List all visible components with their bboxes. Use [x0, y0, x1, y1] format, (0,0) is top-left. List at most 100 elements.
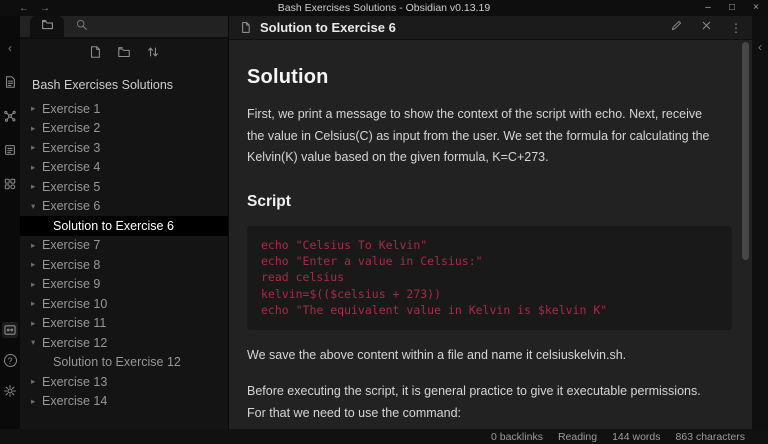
close-pane-icon[interactable] — [700, 19, 713, 37]
collapse-arrow-collapsed-icon: ▸ — [31, 279, 42, 290]
main-pane: Solution to Exercise 6 ⋮ Solution First,… — [228, 16, 752, 429]
file-tree-item-folder[interactable]: ▸Exercise 10 — [20, 294, 228, 314]
obsidian-window: ← → Bash Exercises Solutions - Obsidian … — [0, 0, 768, 444]
collapse-arrow-collapsed-icon: ▸ — [31, 181, 42, 192]
note-file-icon — [239, 21, 252, 34]
file-explorer-toolbar — [20, 39, 228, 69]
window-controls: – □ × — [696, 0, 768, 16]
vault-title[interactable]: Bash Exercises Solutions — [20, 73, 228, 99]
left-sidebar: Bash Exercises Solutions ▸Exercise 1▸Exe… — [20, 16, 228, 429]
file-tree-item-label: Exercise 13 — [42, 375, 107, 389]
file-tree-item-folder[interactable]: ▸Exercise 13 — [20, 372, 228, 392]
file-tree-item-folder[interactable]: ▸Exercise 5 — [20, 177, 228, 197]
file-tree-item-file[interactable]: Solution to Exercise 6 — [20, 216, 228, 236]
pane-title: Solution to Exercise 6 — [260, 20, 396, 35]
more-options-icon[interactable]: ⋮ — [730, 22, 742, 34]
collapse-arrow-collapsed-icon: ▸ — [31, 259, 42, 270]
left-ribbon: ‹ ? — [0, 16, 20, 429]
paragraph: First, we print a message to show the co… — [247, 104, 717, 169]
collapse-arrow-collapsed-icon: ▸ — [31, 103, 42, 114]
file-tree-item-label: Exercise 2 — [42, 121, 100, 135]
file-tree-item-label: Exercise 1 — [42, 102, 100, 116]
file-tree-item-label: Exercise 3 — [42, 141, 100, 155]
close-window-button[interactable]: × — [744, 0, 768, 16]
file-tree-item-label: Exercise 6 — [42, 199, 100, 213]
collapse-arrow-collapsed-icon: ▸ — [31, 376, 42, 387]
collapse-left-sidebar-icon[interactable]: ‹ — [8, 42, 12, 54]
window-title: Bash Exercises Solutions - Obsidian v0.1… — [0, 2, 768, 14]
paragraph: We save the above content within a file … — [247, 345, 717, 367]
file-tree-item-label: Exercise 10 — [42, 297, 107, 311]
collapse-arrow-collapsed-icon: ▸ — [31, 298, 42, 309]
new-note-icon[interactable] — [88, 45, 102, 64]
status-item[interactable]: Reading — [558, 431, 597, 443]
heading-solution: Solution — [247, 66, 732, 89]
file-tree-item-folder[interactable]: ▸Exercise 11 — [20, 314, 228, 334]
collapse-arrow-collapsed-icon: ▸ — [31, 162, 42, 173]
edit-pencil-icon[interactable] — [670, 19, 683, 37]
daily-note-icon[interactable] — [2, 142, 18, 158]
note-preview: Solution First, we print a message to sh… — [229, 40, 752, 429]
file-tree-item-label: Exercise 7 — [42, 238, 100, 252]
file-tree-item-label: Exercise 11 — [42, 316, 106, 330]
status-item: 144 words — [612, 431, 660, 443]
collapse-arrow-collapsed-icon: ▸ — [31, 318, 42, 329]
code-block-script: echo "Celsius To Kelvin" echo "Enter a v… — [247, 226, 732, 330]
scrollbar-thumb[interactable] — [742, 42, 749, 260]
expand-right-sidebar-icon[interactable]: ‹ — [758, 41, 762, 53]
pane-header: Solution to Exercise 6 ⋮ — [229, 16, 752, 40]
file-tree-item-file[interactable]: Solution to Exercise 12 — [20, 353, 228, 373]
command-palette-icon[interactable] — [2, 176, 18, 192]
paragraph: Before executing the script, it is gener… — [247, 381, 717, 424]
file-tree-item-label: Exercise 14 — [42, 394, 107, 408]
right-ribbon: ‹ — [752, 16, 768, 429]
file-tree-item-folder[interactable]: ▸Exercise 3 — [20, 138, 228, 158]
file-tree-item-label: Exercise 5 — [42, 180, 100, 194]
tab-file-explorer[interactable] — [30, 16, 64, 37]
minimize-button[interactable]: – — [696, 0, 720, 16]
collapse-arrow-expanded-icon: ▾ — [31, 337, 42, 348]
vault-switcher-icon[interactable] — [2, 322, 18, 338]
heading-script: Script — [247, 193, 732, 211]
settings-gear-icon[interactable] — [2, 383, 18, 399]
file-tree: Bash Exercises Solutions ▸Exercise 1▸Exe… — [20, 69, 228, 429]
file-tree-item-folder[interactable]: ▾Exercise 6 — [20, 197, 228, 217]
file-tree-item-label: Exercise 9 — [42, 277, 100, 291]
search-icon — [75, 18, 88, 36]
collapse-arrow-collapsed-icon: ▸ — [31, 142, 42, 153]
status-item: 863 characters — [676, 431, 745, 443]
file-tree-item-folder[interactable]: ▾Exercise 12 — [20, 333, 228, 353]
file-tree-item-folder[interactable]: ▸Exercise 14 — [20, 392, 228, 412]
file-tree-item-folder[interactable]: ▸Exercise 2 — [20, 119, 228, 139]
collapse-arrow-collapsed-icon: ▸ — [31, 396, 42, 407]
collapse-arrow-expanded-icon: ▾ — [31, 201, 42, 212]
file-tree-item-label: Solution to Exercise 6 — [53, 219, 174, 233]
file-tree-item-folder[interactable]: ▸Exercise 4 — [20, 158, 228, 178]
status-item[interactable]: 0 backlinks — [491, 431, 543, 443]
titlebar-nav: ← → — [19, 3, 50, 14]
help-icon[interactable]: ? — [4, 354, 17, 367]
sidebar-tab-strip — [20, 16, 228, 39]
collapse-arrow-collapsed-icon: ▸ — [31, 240, 42, 251]
collapse-arrow-collapsed-icon: ▸ — [31, 123, 42, 134]
quick-switcher-icon[interactable] — [2, 74, 18, 90]
file-tree-item-folder[interactable]: ▸Exercise 9 — [20, 275, 228, 295]
pane-actions: ⋮ — [670, 19, 742, 37]
file-tree-item-label: Exercise 8 — [42, 258, 100, 272]
file-tree-item-folder[interactable]: ▸Exercise 1 — [20, 99, 228, 119]
file-tree-item-folder[interactable]: ▸Exercise 7 — [20, 236, 228, 256]
file-tree-item-label: Solution to Exercise 12 — [53, 355, 181, 369]
history-back-icon[interactable]: ← — [19, 3, 29, 14]
status-bar: 0 backlinks Reading 144 words 863 character… — [0, 429, 768, 444]
titlebar: ← → Bash Exercises Solutions - Obsidian … — [0, 0, 768, 16]
folder-icon — [41, 18, 54, 36]
sort-order-icon[interactable] — [146, 45, 160, 64]
graph-view-icon[interactable] — [2, 108, 18, 124]
tab-search[interactable] — [64, 16, 98, 37]
maximize-button[interactable]: □ — [720, 0, 744, 16]
history-forward-icon[interactable]: → — [40, 3, 50, 14]
file-tree-item-label: Exercise 4 — [42, 160, 100, 174]
new-folder-icon[interactable] — [117, 45, 131, 64]
file-tree-item-label: Exercise 12 — [42, 336, 107, 350]
file-tree-item-folder[interactable]: ▸Exercise 8 — [20, 255, 228, 275]
